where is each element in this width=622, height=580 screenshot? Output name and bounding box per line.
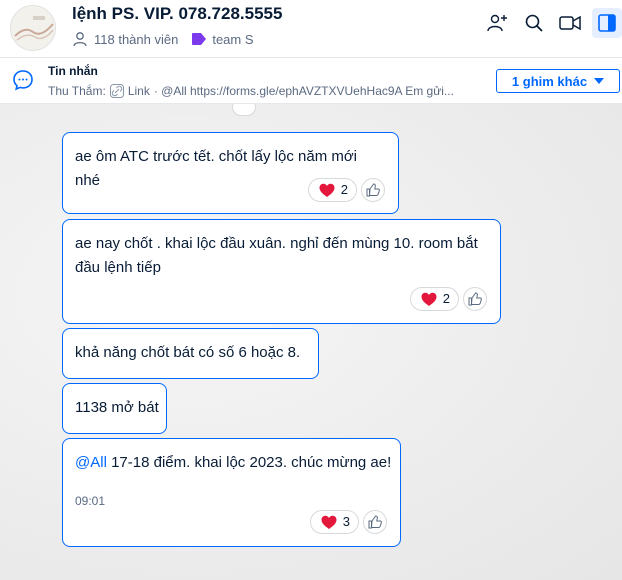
heart-icon — [421, 292, 437, 307]
more-pinned-button[interactable]: 1 ghim khác — [496, 69, 620, 93]
reaction-count: 2 — [442, 291, 450, 306]
pinned-sender: Thu Thắm: — [48, 84, 106, 98]
message-text: 1138 mở bát — [75, 399, 159, 416]
pinned-preview[interactable]: Thu Thắm: Link · @All https://forms.gle/… — [48, 84, 478, 98]
like-button[interactable] — [232, 104, 256, 116]
message-bubble[interactable]: khả năng chốt bát có số 6 hoặc 8. — [62, 328, 319, 379]
message-bubble[interactable]: @All 17-18 điểm. khai lộc 2023. chúc mừn… — [62, 438, 401, 547]
heart-icon — [319, 183, 335, 198]
heart-reaction[interactable]: 2 — [307, 178, 357, 202]
person-icon — [72, 31, 88, 47]
pinned-message-bar[interactable]: Tin nhắn Thu Thắm: Link · @All https://f… — [0, 58, 622, 104]
pinned-title: Tin nhắn — [48, 64, 98, 78]
thumbs-up-icon — [468, 292, 482, 306]
group-title[interactable]: lệnh PS. VIP. 078.728.5555 — [72, 4, 282, 24]
group-meta: 118 thành viên team S — [72, 30, 254, 48]
message-bubble[interactable]: 1138 mở bát — [62, 383, 167, 434]
message-time: 09:01 — [75, 494, 106, 508]
message-text: khả năng chốt bát có số 6 hoặc 8. — [75, 344, 301, 361]
reaction-bar: 3 — [309, 510, 387, 534]
link-icon — [109, 84, 124, 98]
chat-header: lệnh PS. VIP. 078.728.5555 118 thành viê… — [0, 0, 622, 58]
mention-all[interactable]: @All — [75, 454, 107, 471]
more-pinned-label: 1 ghim khác — [511, 73, 588, 89]
reaction-bar: 2 — [307, 178, 385, 202]
message-list[interactable]: ae ôm ATC trước tết. chốt lấy lộc năm mớ… — [0, 104, 622, 580]
heart-reaction[interactable]: 3 — [309, 510, 359, 534]
member-count[interactable]: 118 thành viên — [94, 32, 178, 47]
heart-reaction[interactable]: 2 — [409, 287, 459, 311]
pinned-preview-text: · @All https://forms.gle/ephAVZTXVUehHac… — [153, 84, 454, 98]
reaction-count: 3 — [342, 514, 350, 529]
like-button[interactable] — [361, 178, 385, 202]
message-bubble-icon — [12, 69, 34, 91]
pinned-link-label: Link — [127, 84, 150, 98]
group-avatar[interactable] — [10, 5, 56, 51]
message-bubble[interactable]: ae nay chốt . khai lộc đầu xuân. nghỉ đế… — [62, 219, 501, 324]
message-text: 17-18 điểm. khai lộc 2023. chúc mừng ae! — [106, 454, 392, 471]
like-button[interactable] — [363, 510, 387, 534]
group-tag[interactable]: team S — [212, 32, 253, 47]
search-icon[interactable] — [516, 8, 552, 38]
reaction-bar: 2 — [409, 287, 487, 311]
message-bubble[interactable]: ae ôm ATC trước tết. chốt lấy lộc năm mớ… — [62, 132, 399, 214]
message-content: @All 17-18 điểm. khai lộc 2023. chúc mừn… — [75, 451, 392, 475]
heart-icon — [321, 515, 337, 530]
caret-down-icon — [594, 78, 605, 84]
reaction-count: 2 — [340, 182, 348, 197]
add-member-icon[interactable] — [480, 8, 516, 38]
thumbs-up-icon — [366, 183, 380, 197]
sidebar-toggle-icon[interactable] — [592, 8, 622, 38]
like-button[interactable] — [463, 287, 487, 311]
video-call-icon[interactable] — [552, 8, 588, 38]
message-text: ae nay chốt . khai lộc đầu xuân. nghỉ đế… — [75, 235, 478, 276]
header-actions — [480, 8, 622, 38]
thumbs-up-icon — [368, 515, 382, 529]
tag-icon — [192, 33, 207, 45]
